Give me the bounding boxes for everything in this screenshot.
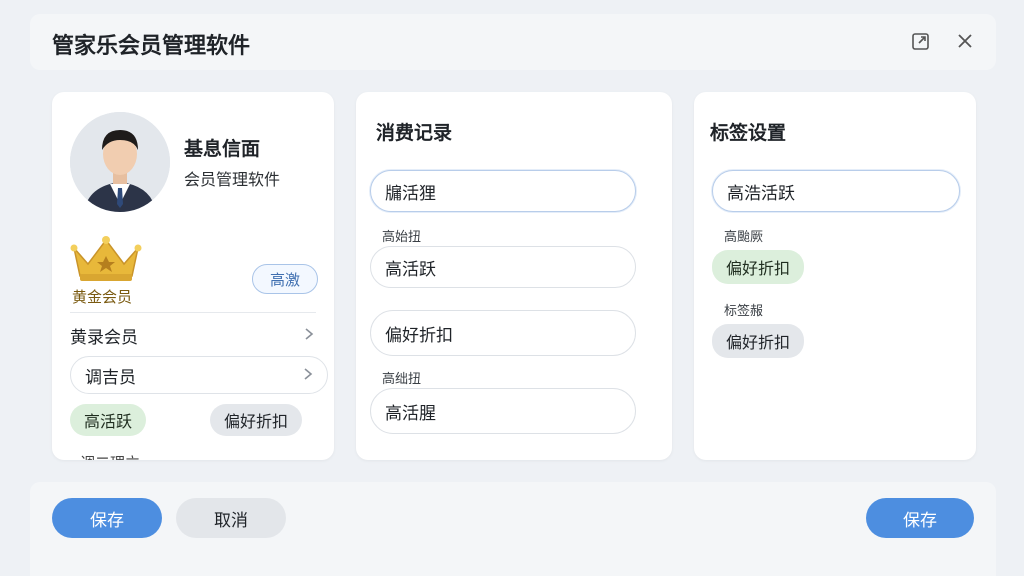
chevron-right-icon: [304, 326, 314, 345]
truncated-text: 调二理立: [80, 452, 140, 460]
chevron-right-icon: [303, 366, 313, 385]
tag-chip-active[interactable]: 高活跃: [70, 404, 146, 436]
crown-icon: [68, 234, 144, 284]
app-title: 管家乐会员管理软件: [52, 34, 251, 59]
cancel-button[interactable]: 取消: [176, 498, 286, 538]
field-label: 高绌扭: [382, 372, 422, 387]
field-label: 高颱厥: [724, 230, 764, 245]
section-title: 标签设置: [710, 122, 787, 144]
member-tier-label: 黄金会员: [72, 288, 133, 306]
tag-settings-card: 标签设置 高浩活跃 高颱厥 偏好折扣 标签赧 偏好折扣: [694, 92, 976, 460]
consumption-input-3[interactable]: 偏好折扣: [370, 310, 636, 356]
save-button-right[interactable]: 保存: [866, 498, 974, 538]
menu-row-label: 黄录会员: [70, 327, 138, 348]
save-button[interactable]: 保存: [52, 498, 162, 538]
external-link-icon[interactable]: [910, 30, 932, 52]
consumption-input-1[interactable]: 牖活狸: [370, 170, 636, 212]
app-window: 管家乐会员管理软件 基息信面 会员管理软件 黄金会员 高激 黄录会员 调吉员 高…: [0, 0, 1024, 576]
consumption-record-card: 消费记录 牖活狸 高始扭 高活跃 偏好折扣 高绌扭 高活腥: [356, 92, 672, 460]
avatar: [70, 112, 170, 212]
member-subtitle: 会员管理软件: [184, 170, 281, 189]
close-icon[interactable]: [954, 30, 976, 52]
tag-chip-discount[interactable]: 偏好折扣: [712, 250, 804, 284]
tag-input[interactable]: 高浩活跃: [712, 170, 960, 212]
menu-row-label: 调吉员: [85, 367, 136, 388]
field-label: 标签赧: [724, 304, 764, 319]
member-profile-card: 基息信面 会员管理软件 黄金会员 高激 黄录会员 调吉员 高活跃 偏好折扣: [52, 92, 334, 460]
tag-chip-discount[interactable]: 偏好折扣: [210, 404, 302, 436]
section-title: 消费记录: [376, 122, 453, 144]
tag-chip-discount[interactable]: 偏好折扣: [712, 324, 804, 358]
consumption-input-4[interactable]: 高活腥: [370, 388, 636, 434]
divider: [70, 312, 316, 313]
menu-row-member-record[interactable]: 黄录会员: [70, 316, 328, 354]
menu-row-staff[interactable]: 调吉员: [70, 356, 328, 394]
member-name: 基息信面: [184, 138, 261, 160]
tag-button[interactable]: 高激: [252, 264, 318, 294]
title-bar: 管家乐会员管理软件: [30, 14, 996, 70]
window-controls: [910, 30, 976, 52]
field-label: 高始扭: [382, 230, 422, 245]
action-bar: 保存 取消 保存: [30, 482, 996, 576]
consumption-input-2[interactable]: 高活跃: [370, 246, 636, 288]
